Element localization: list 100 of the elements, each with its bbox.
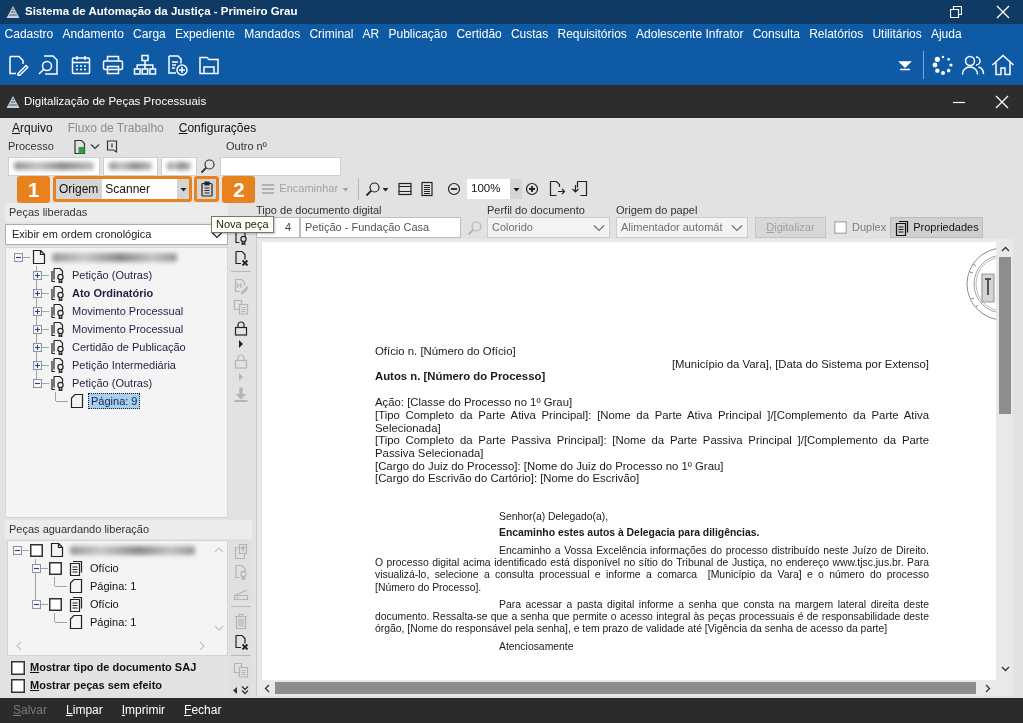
menu-item[interactable]: Andamento xyxy=(57,26,129,42)
action-button[interactable]: Fechar xyxy=(178,701,228,720)
tree-item[interactable]: Petição (Outras) xyxy=(69,375,156,391)
menu-item[interactable]: Mandados xyxy=(239,26,305,42)
search-icon[interactable] xyxy=(200,158,216,174)
home-icon[interactable] xyxy=(991,52,1015,77)
expand-icon[interactable] xyxy=(32,270,42,280)
page-icon xyxy=(69,393,85,409)
page-arrow-icon[interactable] xyxy=(571,180,590,198)
hierarchy-icon[interactable] xyxy=(133,52,157,77)
chevron-down-icon xyxy=(731,223,743,232)
menu-item[interactable]: Ajuda xyxy=(926,26,967,42)
checkbox[interactable] xyxy=(11,679,25,693)
menu-item[interactable]: Cadastro xyxy=(0,26,58,42)
menu-item[interactable]: Requisitórios xyxy=(552,26,632,42)
zoom-in-icon[interactable] xyxy=(525,182,540,196)
document-badge-icon[interactable] xyxy=(72,139,88,155)
scrollbar-thumb[interactable] xyxy=(999,257,1011,414)
document-x-icon[interactable] xyxy=(232,633,249,650)
close-icon[interactable] xyxy=(996,5,1010,19)
field-label: Tipo de documento digital xyxy=(256,204,383,217)
chevron-down-icon[interactable] xyxy=(1000,666,1010,672)
action-button[interactable]: Limpar xyxy=(60,701,109,720)
checkbox[interactable] xyxy=(11,661,25,675)
process-number-field[interactable] xyxy=(161,156,197,176)
process-number-field[interactable] xyxy=(103,156,158,176)
menu-item[interactable]: Certidão xyxy=(451,26,507,42)
document-x-icon[interactable] xyxy=(232,249,249,266)
document-text: Ofício n. [Número do Ofício] xyxy=(375,345,517,358)
tree-item[interactable]: Certidão de Publicação xyxy=(69,339,189,355)
menu-item[interactable]: Publicação xyxy=(383,26,452,42)
expand-icon[interactable] xyxy=(32,324,42,334)
other-number-field[interactable] xyxy=(220,156,341,176)
collapse-icon[interactable] xyxy=(31,563,41,573)
collapse-icon[interactable] xyxy=(12,545,22,555)
expand-icon[interactable] xyxy=(32,306,42,316)
padlock-icon[interactable] xyxy=(232,319,249,336)
menu-item[interactable]: Configurações xyxy=(178,120,257,136)
page-arrow-icon[interactable] xyxy=(548,180,567,198)
document-type-field[interactable]: Petição - Fundação Casa xyxy=(300,217,461,238)
zoom-out-icon[interactable] xyxy=(447,182,462,196)
menu-item[interactable]: Relatórios xyxy=(804,26,868,42)
tree-item[interactable]: Ofício xyxy=(87,560,122,576)
tree-item[interactable]: Página: 9 xyxy=(88,393,141,409)
chevron-down-icon[interactable] xyxy=(90,143,100,151)
menu-item[interactable]: Carga xyxy=(128,26,171,42)
tree-item[interactable]: Petição (Outras) xyxy=(69,267,156,283)
triangle-right-icon[interactable] xyxy=(236,340,245,348)
tree-item[interactable]: Ato Ordinatório xyxy=(69,285,157,301)
checkbox-label[interactable]: Mostrar peças sem efeito xyxy=(30,679,163,693)
chevron-left-icon[interactable] xyxy=(264,683,270,693)
restore-icon[interactable] xyxy=(950,6,962,18)
tree-item[interactable]: Petição Intermediária xyxy=(69,357,179,373)
new-piece-button[interactable] xyxy=(194,176,220,202)
menu-item[interactable]: AR xyxy=(358,26,384,42)
collapse-icon[interactable] xyxy=(13,252,23,262)
checkbox[interactable] xyxy=(49,561,62,575)
origin-select[interactable]: Scanner xyxy=(102,179,190,199)
checkbox-label[interactable]: Mostrar tipo de documento SAJ xyxy=(30,661,197,675)
menu-item[interactable]: Adolescente Infrator xyxy=(631,26,749,42)
document-text: Autos n. [Número do Processo] xyxy=(375,370,547,384)
expand-icon[interactable] xyxy=(32,360,42,370)
properties-button[interactable]: Propriedades xyxy=(890,217,983,238)
expand-icon[interactable] xyxy=(32,342,42,352)
tree-item[interactable]: Página: 1 xyxy=(87,614,140,630)
checkbox[interactable] xyxy=(30,543,43,557)
tree-item[interactable]: Página: 1 xyxy=(87,578,140,594)
field-label: Outro nº xyxy=(226,140,267,154)
page-lines-icon[interactable] xyxy=(419,181,436,197)
action-button[interactable]: Imprimir xyxy=(115,701,172,720)
zoom-select[interactable]: 100% xyxy=(467,179,523,199)
tree-item[interactable]: Movimento Processual xyxy=(69,321,187,337)
chevron-up-icon[interactable] xyxy=(1000,246,1010,252)
checkbox[interactable] xyxy=(49,597,62,611)
scrollbar-thumb[interactable] xyxy=(275,682,976,694)
search-document-icon[interactable] xyxy=(37,52,61,77)
tree-item[interactable]: Ofício xyxy=(87,596,122,612)
document-text: [Tipo Completo da Parte Passiva Principal]: [Nome da Parte Passiva Principal ]/[Complemento da Parte Passiva Selecionada] xyxy=(375,434,929,460)
menu-item[interactable]: Utilitários xyxy=(867,26,927,42)
chevron-right-icon[interactable] xyxy=(985,683,991,693)
collapse-icon[interactable] xyxy=(31,599,41,609)
note-icon[interactable] xyxy=(106,140,118,154)
collapse-icon[interactable] xyxy=(32,378,42,388)
process-number-field[interactable] xyxy=(8,156,100,176)
menu-item[interactable]: Consulta xyxy=(748,26,805,42)
menu-item[interactable]: Arquivo xyxy=(12,120,53,136)
tree-item[interactable]: Movimento Processual xyxy=(69,303,187,319)
menu-item[interactable]: Criminal xyxy=(304,26,358,42)
caret-down-icon[interactable] xyxy=(382,186,390,192)
menu-item[interactable]: Custas xyxy=(506,26,553,42)
expand-icon[interactable] xyxy=(32,288,42,298)
double-chevron-down-icon[interactable] xyxy=(240,685,249,695)
caret-down-icon xyxy=(179,186,187,192)
search-icon[interactable] xyxy=(365,181,382,197)
window-title: Sistema de Automação da Justiça - Primeiro Grau xyxy=(25,5,298,19)
scan-area-icon[interactable] xyxy=(397,181,414,197)
close-icon[interactable] xyxy=(995,94,1009,109)
add-document-icon[interactable] xyxy=(165,52,189,77)
menu-item[interactable]: Expediente xyxy=(170,26,240,42)
triangle-left-icon[interactable] xyxy=(232,686,237,694)
